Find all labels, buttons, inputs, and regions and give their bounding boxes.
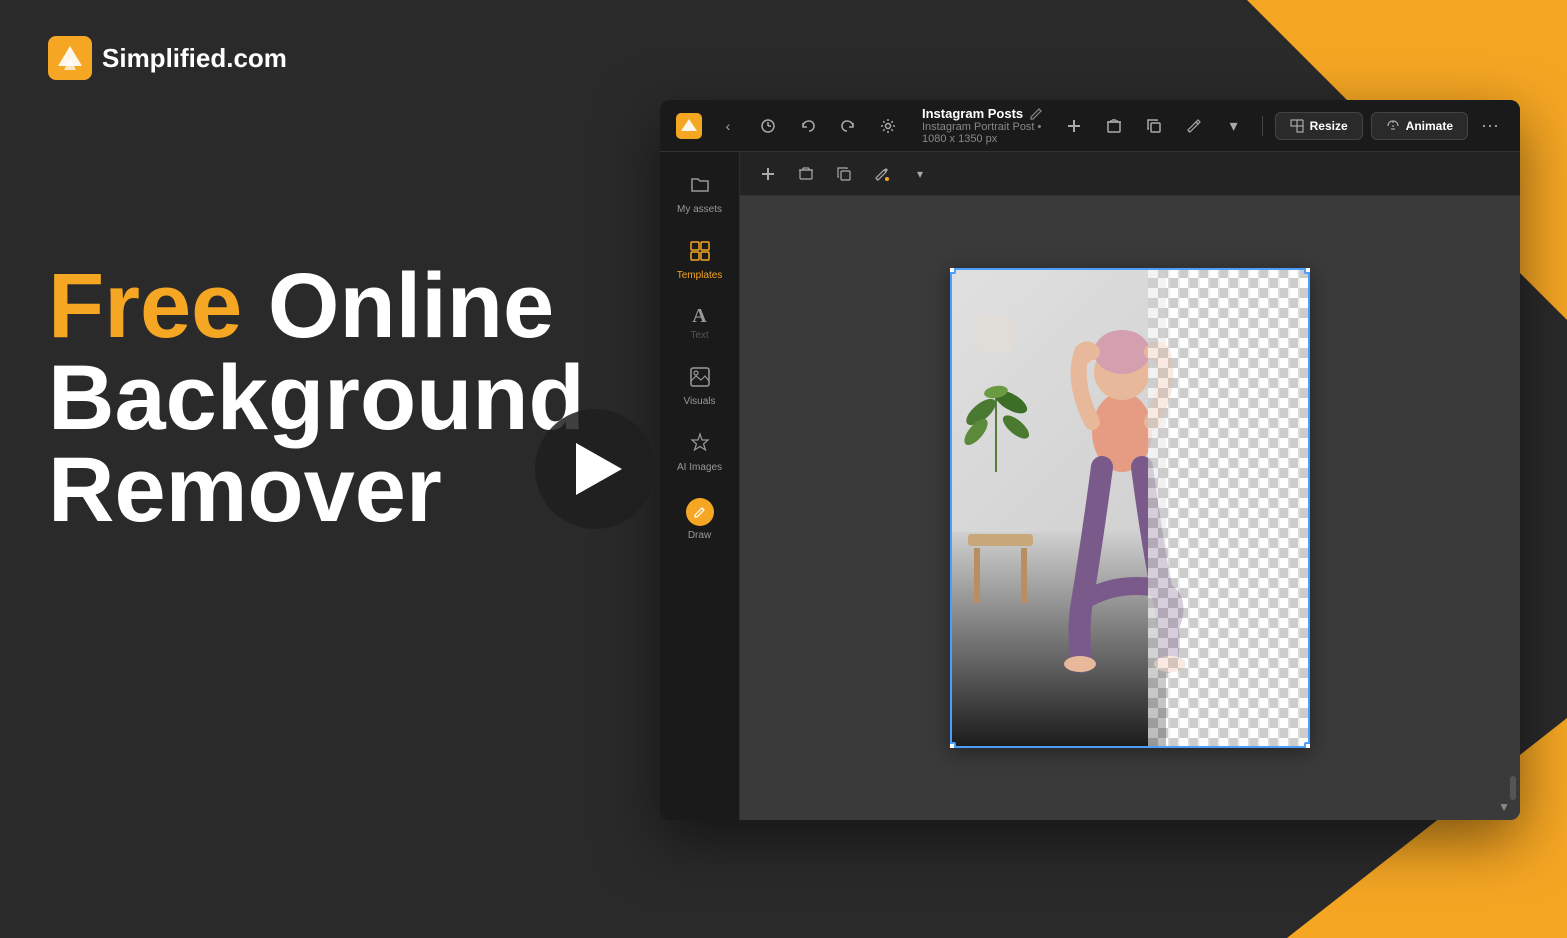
delete-icon[interactable] bbox=[1098, 110, 1130, 142]
hero-text: Free Online Background Remover bbox=[48, 260, 585, 536]
brand-name: Simplified.com bbox=[102, 43, 287, 74]
sidebar-item-text[interactable]: A Text bbox=[665, 296, 735, 352]
design-canvas[interactable] bbox=[950, 268, 1310, 748]
canvas-viewport: ▼ bbox=[740, 196, 1520, 820]
dropdown-arrow-icon[interactable]: ▾ bbox=[1218, 110, 1250, 142]
hero-line1: Free Online bbox=[48, 260, 585, 352]
hero-free: Free bbox=[48, 255, 242, 357]
undo-button[interactable] bbox=[794, 112, 822, 140]
transparency-checker bbox=[1148, 268, 1310, 748]
visuals-icon bbox=[689, 366, 711, 392]
hero-line2: Background bbox=[48, 352, 585, 444]
plant-leaves bbox=[961, 352, 1031, 472]
handle-top-left[interactable] bbox=[950, 268, 956, 274]
canvas-dropdown-button[interactable]: ▾ bbox=[906, 160, 934, 188]
toolbar-title-area: Instagram Posts Instagram Portrait Post … bbox=[922, 106, 1046, 145]
stool-leg-left bbox=[974, 548, 980, 603]
play-button[interactable] bbox=[535, 409, 655, 529]
handle-top-right[interactable] bbox=[1304, 268, 1310, 274]
draw-circle bbox=[686, 498, 714, 526]
canvas-fill-button[interactable] bbox=[868, 160, 896, 188]
ai-images-label: AI Images bbox=[677, 462, 722, 474]
toolbar-logo-icon bbox=[676, 113, 702, 139]
visuals-label: Visuals bbox=[683, 396, 715, 408]
sidebar: My assets Templates A Text bbox=[660, 152, 740, 820]
scroll-arrow-down[interactable]: ▼ bbox=[1498, 800, 1510, 814]
canvas-duplicate-button[interactable] bbox=[830, 160, 858, 188]
animate-button[interactable]: Animate bbox=[1371, 112, 1468, 140]
draw-pencil-icon bbox=[693, 505, 707, 519]
plant bbox=[961, 316, 1031, 472]
simplified-logo-icon bbox=[48, 36, 92, 80]
document-subtitle: Instagram Portrait Post • 1080 x 1350 px bbox=[922, 121, 1046, 145]
draw-label: Draw bbox=[688, 530, 711, 542]
text-icon: A bbox=[692, 306, 706, 326]
copy-icon[interactable] bbox=[1138, 110, 1170, 142]
plant-svg bbox=[961, 352, 1031, 472]
sidebar-item-my-assets[interactable]: My assets bbox=[665, 164, 735, 226]
handle-bottom-left[interactable] bbox=[950, 742, 956, 748]
toolbar-actions: ▾ Resize Animate bbox=[1058, 110, 1504, 142]
sidebar-item-draw[interactable]: Draw bbox=[665, 488, 735, 552]
document-title: Instagram Posts bbox=[922, 106, 1046, 121]
add-icon[interactable] bbox=[1058, 110, 1090, 142]
canvas-area: ▾ bbox=[740, 152, 1520, 820]
canvas-add-button[interactable] bbox=[754, 160, 782, 188]
text-label: Text bbox=[690, 330, 708, 342]
app-toolbar: ‹ bbox=[660, 100, 1520, 152]
my-assets-icon bbox=[689, 174, 711, 200]
my-assets-label: My assets bbox=[677, 204, 722, 216]
logo-area: Simplified.com bbox=[48, 36, 287, 80]
handle-bottom-right[interactable] bbox=[1304, 742, 1310, 748]
history-button[interactable] bbox=[754, 112, 782, 140]
ai-images-icon bbox=[689, 432, 711, 458]
canvas-delete-button[interactable] bbox=[792, 160, 820, 188]
hero-line3: Remover bbox=[48, 444, 585, 536]
resize-button[interactable]: Resize bbox=[1275, 112, 1363, 140]
app-window: ‹ bbox=[660, 100, 1520, 820]
more-button[interactable]: ··· bbox=[1476, 112, 1504, 140]
templates-icon bbox=[689, 240, 711, 266]
redo-button[interactable] bbox=[834, 112, 862, 140]
hero-online: Online bbox=[242, 255, 554, 357]
resize-icon bbox=[1290, 119, 1304, 133]
fill-icon[interactable] bbox=[1178, 110, 1210, 142]
play-circle[interactable] bbox=[535, 409, 655, 529]
sidebar-item-ai-images[interactable]: AI Images bbox=[665, 422, 735, 484]
vertical-scrollbar[interactable] bbox=[1510, 776, 1516, 800]
canvas-toolbar: ▾ bbox=[740, 152, 1520, 196]
plant-pot bbox=[978, 316, 1014, 352]
sidebar-item-visuals[interactable]: Visuals bbox=[665, 356, 735, 418]
animate-icon bbox=[1386, 119, 1400, 133]
play-icon bbox=[576, 443, 622, 495]
back-button[interactable]: ‹ bbox=[714, 112, 742, 140]
edit-icon bbox=[1029, 107, 1043, 121]
sidebar-item-templates[interactable]: Templates bbox=[665, 230, 735, 292]
templates-label: Templates bbox=[677, 270, 723, 282]
app-main: My assets Templates A Text bbox=[660, 152, 1520, 820]
divider bbox=[1262, 116, 1263, 136]
settings-button[interactable] bbox=[874, 112, 902, 140]
